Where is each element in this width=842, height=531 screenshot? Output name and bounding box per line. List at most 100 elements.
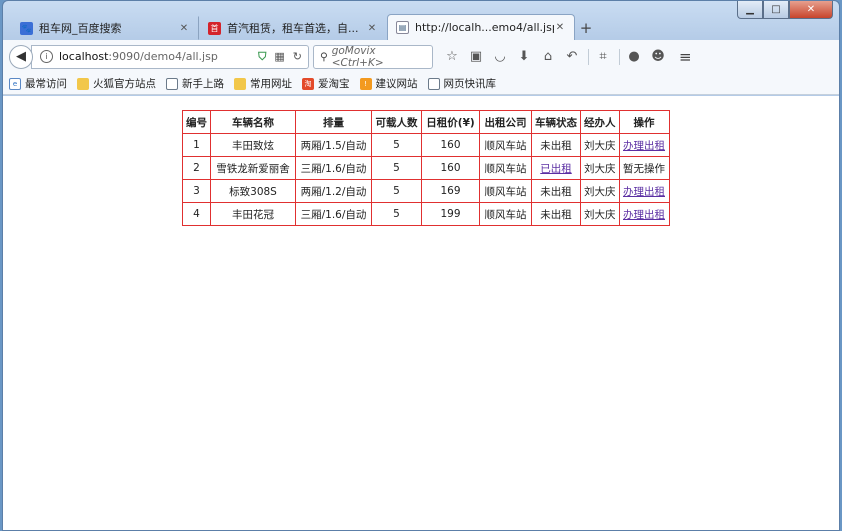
cell-displacement: 两厢/1.5/自动 xyxy=(295,133,372,157)
crop-screenshot-icon[interactable]: ⌗ xyxy=(592,46,614,68)
navigation-bar: ◀ i localhost:9090/demo4/all.jsp ⛉ ▦ ↻ ⚲… xyxy=(3,40,839,73)
cell-action: 办理出租 xyxy=(618,179,670,203)
bookmark-label: 常用网址 xyxy=(250,78,292,90)
tab-bar: 🐾 租车网_百度搜索 ✕ 首 首汽租赁，租车首选，自... ✕ ▤ http:/… xyxy=(11,14,597,40)
table-row: 3 标致308S 两厢/1.2/自动 5 169 顺风车站 未出租 刘大庆 办理出租 xyxy=(182,179,670,203)
home-icon[interactable]: ⌂ xyxy=(537,46,559,68)
bookmark-most-visited[interactable]: e 最常访问 xyxy=(9,76,67,91)
cell-status: 未出租 xyxy=(531,133,581,157)
bookmark-label: 最常访问 xyxy=(25,78,67,90)
folder-icon xyxy=(77,77,89,90)
toolbar: ☆ ▣ ◡ ⬇ ⌂ ↶ ⌗ ● ☻ ≡ xyxy=(441,46,692,68)
cell-agent: 刘大庆 xyxy=(580,133,620,157)
shield-icon[interactable]: ⛉ xyxy=(258,50,266,64)
shouqi-logo-icon: 首 xyxy=(208,21,221,35)
bookmark-label: 火狐官方站点 xyxy=(93,78,156,90)
cell-status: 未出租 xyxy=(531,202,581,226)
bookmark-star-icon[interactable]: ☆ xyxy=(441,46,463,68)
rent-action-link[interactable]: 办理出租 xyxy=(623,140,665,152)
cell-id: 2 xyxy=(182,156,211,180)
chat-icon[interactable]: ● xyxy=(623,46,645,68)
bookmark-ai-taobao[interactable]: 淘爱淘宝 xyxy=(302,76,350,91)
download-icon[interactable]: ⬇ xyxy=(513,46,535,68)
baidu-paw-icon: 🐾 xyxy=(20,21,33,35)
address-bar[interactable]: i localhost:9090/demo4/all.jsp ⛉ ▦ ↻ xyxy=(31,44,309,69)
reading-list-icon[interactable]: ▣ xyxy=(465,46,487,68)
header-name: 车辆名称 xyxy=(210,110,296,134)
rented-status-link[interactable]: 已出租 xyxy=(540,163,572,175)
bookmark-common-sites[interactable]: 常用网址 xyxy=(234,76,292,91)
cell-seats: 5 xyxy=(371,156,422,180)
reload-icon[interactable]: ↻ xyxy=(293,50,302,63)
qr-code-icon[interactable]: ▦ xyxy=(274,50,284,63)
folder-icon xyxy=(234,77,246,90)
tab-baidu-search[interactable]: 🐾 租车网_百度搜索 ✕ xyxy=(11,16,199,40)
header-id: 编号 xyxy=(182,110,211,134)
cell-id: 1 xyxy=(182,133,211,157)
cell-action: 暂无操作 xyxy=(618,156,670,180)
url-host: localhost xyxy=(59,50,109,63)
close-tab-icon[interactable]: ✕ xyxy=(366,23,378,34)
smiley-icon[interactable]: ☻ xyxy=(647,46,669,68)
bookmarks-bar: e 最常访问 火狐官方站点 新手上路 常用网址 淘爱淘宝 ! 建议网站 网页快讯库 xyxy=(3,73,839,95)
minimize-button[interactable]: ▁ xyxy=(737,1,763,19)
cell-price: 160 xyxy=(421,133,480,157)
separator xyxy=(619,48,620,65)
tab-shouqi[interactable]: 首 首汽租赁，租车首选，自... ✕ xyxy=(199,16,387,40)
cell-company: 顺风车站 xyxy=(479,179,532,203)
table-row: 2 雪铁龙新爱丽舍 三厢/1.6/自动 5 160 顺风车站 已出租 刘大庆 暂无操作 xyxy=(182,156,670,180)
cell-name: 丰田致炫 xyxy=(210,133,296,157)
cell-status: 未出租 xyxy=(531,179,581,203)
header-seats: 可载人数 xyxy=(371,110,422,134)
rent-action-link[interactable]: 办理出租 xyxy=(623,209,665,221)
back-button[interactable]: ◀ xyxy=(9,44,33,69)
cell-price: 160 xyxy=(421,156,480,180)
cell-id: 4 xyxy=(182,202,211,226)
cell-displacement: 三厢/1.6/自动 xyxy=(295,202,372,226)
new-tab-button[interactable]: + xyxy=(575,16,597,40)
tab-title: http://localh...emo4/all.jsp xyxy=(415,21,554,34)
arrow-left-icon: ◀ xyxy=(16,49,26,64)
header-status: 车辆状态 xyxy=(531,110,581,134)
maximize-button[interactable]: □ xyxy=(763,1,789,19)
url-text[interactable]: localhost:9090/demo4/all.jsp xyxy=(59,50,250,63)
cell-displacement: 三厢/1.6/自动 xyxy=(295,156,372,180)
close-tab-icon[interactable]: ✕ xyxy=(178,23,190,34)
cell-action: 办理出租 xyxy=(618,133,670,157)
globe-icon xyxy=(166,77,178,90)
browser-window: ▁ □ ✕ 🐾 租车网_百度搜索 ✕ 首 首汽租赁，租车首选，自... ✕ ▤ … xyxy=(2,0,840,531)
bookmark-getting-started[interactable]: 新手上路 xyxy=(166,76,224,91)
cell-agent: 刘大庆 xyxy=(580,179,620,203)
tab-title: 首汽租赁，租车首选，自... xyxy=(227,22,359,35)
page-content: 编号 车辆名称 排量 可载人数 日租价(¥) 出租公司 车辆状态 经办人 操作 … xyxy=(3,96,839,530)
cell-action: 办理出租 xyxy=(618,202,670,226)
taobao-icon: 淘 xyxy=(302,77,314,90)
ie-icon: e xyxy=(9,77,21,90)
pocket-icon[interactable]: ◡ xyxy=(489,46,511,68)
close-window-button[interactable]: ✕ xyxy=(789,1,833,19)
cell-company: 顺风车站 xyxy=(479,156,532,180)
window-controls: ▁ □ ✕ xyxy=(737,1,833,19)
cell-name: 标致308S xyxy=(210,179,296,203)
cell-company: 顺风车站 xyxy=(479,202,532,226)
tab-localhost[interactable]: ▤ http://localh...emo4/all.jsp ✕ xyxy=(387,14,575,40)
cell-seats: 5 xyxy=(371,133,422,157)
hamburger-menu-icon[interactable]: ≡ xyxy=(679,48,692,66)
cell-id: 3 xyxy=(182,179,211,203)
cell-name: 丰田花冠 xyxy=(210,202,296,226)
rent-action-link[interactable]: 办理出租 xyxy=(623,186,665,198)
close-tab-icon[interactable]: ✕ xyxy=(554,22,566,33)
search-box[interactable]: ⚲ goMovix <Ctrl+K> xyxy=(313,44,433,69)
header-company: 出租公司 xyxy=(479,110,532,134)
header-displacement: 排量 xyxy=(295,110,372,134)
suggest-icon: ! xyxy=(359,77,372,90)
bookmark-firefox-official[interactable]: 火狐官方站点 xyxy=(77,76,156,91)
cell-status: 已出租 xyxy=(531,156,581,180)
undo-icon[interactable]: ↶ xyxy=(561,46,583,68)
url-path: :9090/demo4/all.jsp xyxy=(108,50,218,63)
bookmark-suggested-sites[interactable]: ! 建议网站 xyxy=(359,76,418,91)
info-icon[interactable]: i xyxy=(40,50,53,63)
table-row: 4 丰田花冠 三厢/1.6/自动 5 199 顺风车站 未出租 刘大庆 办理出租 xyxy=(182,202,670,226)
bookmark-web-slices[interactable]: 网页快讯库 xyxy=(427,76,496,91)
car-table: 编号 车辆名称 排量 可载人数 日租价(¥) 出租公司 车辆状态 经办人 操作 … xyxy=(182,110,670,226)
